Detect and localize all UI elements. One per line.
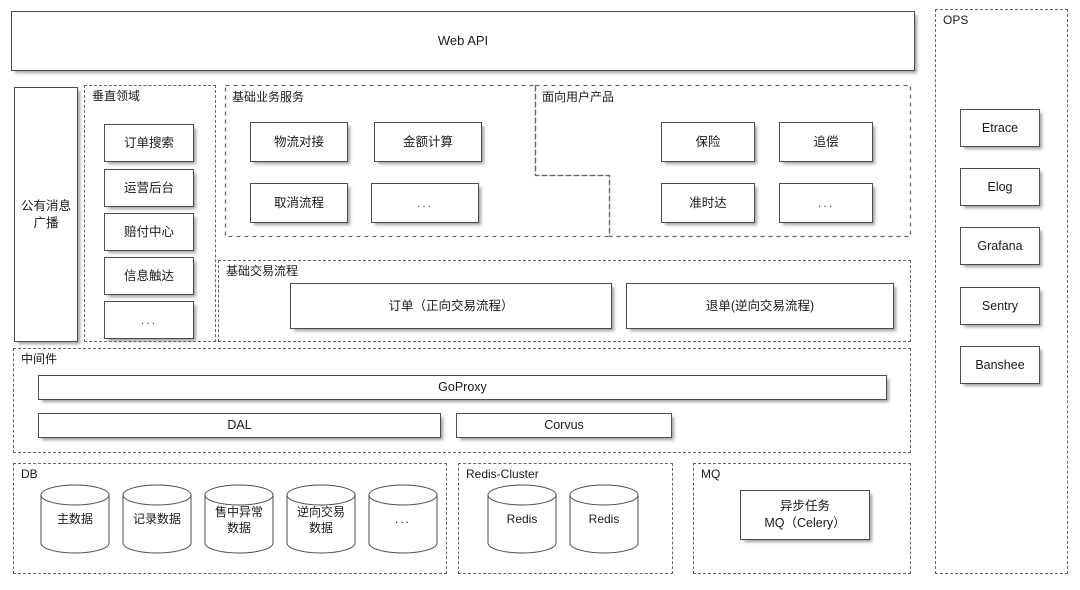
item-label: 保险 — [695, 134, 721, 149]
middleware-item-dal[interactable]: DAL — [38, 413, 441, 438]
cylinder-label: 记录数据 — [132, 511, 181, 526]
user-product-item-recovery[interactable]: 追偿 — [779, 122, 873, 162]
item-label: Banshee — [975, 357, 1025, 372]
middleware-label: 中间件 — [21, 352, 58, 366]
db-cylinder-in-sale-exception-data[interactable]: 售中异常 数据 — [204, 484, 274, 554]
ops-item-elog[interactable]: Elog — [960, 168, 1040, 206]
web-api-label: Web API — [437, 33, 489, 49]
db-cylinder-more[interactable]: ... — [368, 484, 438, 554]
architecture-diagram-canvas: Web API 公有消息广播 垂直领域 订单搜索 运营后台 赔付中心 信息触达 … — [0, 0, 1080, 590]
mq-label: MQ — [701, 467, 721, 481]
vertical-domain-item-compensation-center[interactable]: 赔付中心 — [104, 213, 194, 251]
redis-cylinder-1[interactable]: Redis — [487, 484, 557, 554]
vertical-domain-item-order-search[interactable]: 订单搜索 — [104, 124, 194, 162]
user-product-item-insurance[interactable]: 保险 — [661, 122, 755, 162]
user-facing-products-label-wrap: 面向用户产品 — [542, 88, 702, 106]
basic-business-item-amount-calc[interactable]: 金额计算 — [374, 122, 482, 162]
item-label: 金额计算 — [402, 134, 453, 149]
item-label: Grafana — [977, 238, 1023, 253]
item-label: 追偿 — [813, 134, 839, 149]
item-label: 准时达 — [689, 195, 727, 210]
basic-business-item-logistics[interactable]: 物流对接 — [250, 122, 348, 162]
vertical-domain-item-operation-backend[interactable]: 运营后台 — [104, 169, 194, 207]
item-label: Sentry — [981, 298, 1019, 313]
item-label: ... — [817, 195, 835, 210]
basic-trade-flow-label: 基础交易流程 — [226, 264, 299, 278]
item-label: 取消流程 — [273, 195, 324, 210]
basic-business-item-cancel-flow[interactable]: 取消流程 — [250, 183, 348, 223]
basic-business-item-more[interactable]: ... — [371, 183, 479, 223]
item-label: 信息触达 — [123, 268, 174, 283]
cylinder-label: ... — [394, 511, 411, 526]
item-label: 赔付中心 — [123, 224, 174, 239]
vertical-domain-item-more[interactable]: ... — [104, 301, 194, 339]
cylinder-label: Redis — [506, 511, 538, 526]
basic-business-services-label: 基础业务服务 — [232, 90, 305, 104]
item-label: Elog — [987, 179, 1013, 194]
item-label: 物流对接 — [273, 134, 324, 149]
ops-item-banshee[interactable]: Banshee — [960, 346, 1040, 384]
web-api-box[interactable]: Web API — [11, 11, 915, 71]
mq-item-async-task[interactable]: 异步任务 MQ（Celery） — [740, 490, 870, 540]
user-facing-products-label: 面向用户产品 — [542, 90, 615, 104]
ops-item-grafana[interactable]: Grafana — [960, 227, 1040, 265]
redis-cylinder-2[interactable]: Redis — [569, 484, 639, 554]
item-label: GoProxy — [438, 380, 487, 395]
item-label: Etrace — [981, 120, 1019, 135]
middleware-item-goproxy[interactable]: GoProxy — [38, 375, 887, 400]
public-message-broadcast-label: 公有消息广播 — [20, 198, 71, 230]
item-label: Corvus — [544, 418, 584, 433]
db-cylinder-record-data[interactable]: 记录数据 — [122, 484, 192, 554]
cylinder-label: 主数据 — [56, 511, 93, 526]
item-label: 异步任务 MQ（Celery） — [764, 499, 846, 530]
ops-item-etrace[interactable]: Etrace — [960, 109, 1040, 147]
trade-flow-item-reverse-refund[interactable]: 退单(逆向交易流程) — [626, 283, 894, 329]
item-label: ... — [140, 312, 158, 327]
item-label: 订单搜索 — [123, 135, 174, 150]
user-product-item-on-time-delivery[interactable]: 准时达 — [661, 183, 755, 223]
cylinder-label: 逆向交易 数据 — [296, 504, 345, 535]
user-product-item-more[interactable]: ... — [779, 183, 873, 223]
item-label: 运营后台 — [123, 180, 174, 195]
middleware-item-corvus[interactable]: Corvus — [456, 413, 672, 438]
item-label: 退单(逆向交易流程) — [705, 298, 815, 313]
trade-flow-item-forward-order[interactable]: 订单（正向交易流程） — [290, 283, 612, 329]
db-cylinder-reverse-trade-data[interactable]: 逆向交易 数据 — [286, 484, 356, 554]
db-cylinder-master-data[interactable]: 主数据 — [40, 484, 110, 554]
item-label: 订单（正向交易流程） — [388, 298, 514, 313]
ops-item-sentry[interactable]: Sentry — [960, 287, 1040, 325]
vertical-domain-item-message-reach[interactable]: 信息触达 — [104, 257, 194, 295]
cylinder-label: 售中异常 数据 — [214, 504, 263, 535]
db-label: DB — [21, 467, 38, 481]
cylinder-label: Redis — [588, 511, 620, 526]
item-label: DAL — [227, 418, 252, 433]
public-message-broadcast-box[interactable]: 公有消息广播 — [14, 87, 78, 342]
redis-cluster-label: Redis-Cluster — [466, 467, 539, 481]
item-label: ... — [416, 195, 434, 210]
ops-label: OPS — [943, 13, 969, 27]
basic-business-services-label-wrap: 基础业务服务 — [232, 88, 392, 106]
vertical-domain-label: 垂直领域 — [92, 89, 141, 103]
